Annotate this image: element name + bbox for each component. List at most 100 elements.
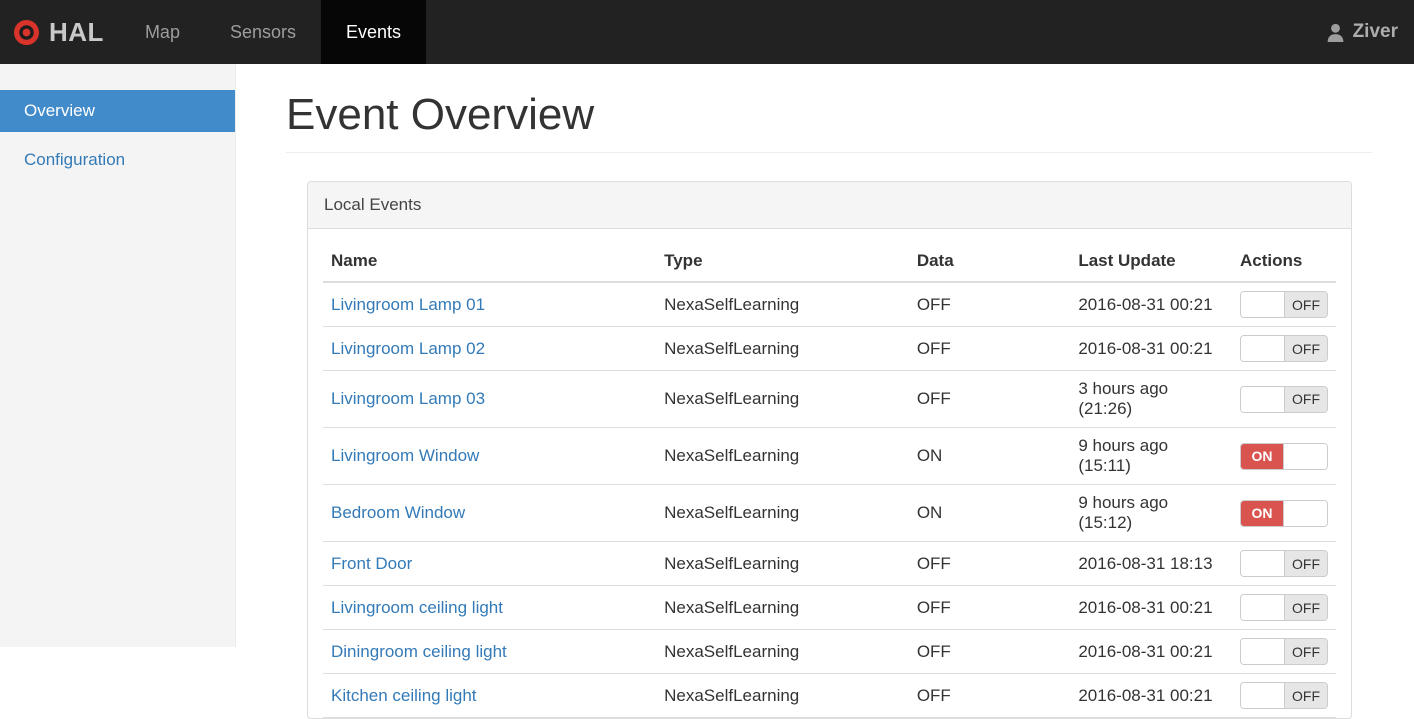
toggle-switch[interactable]: OFF	[1240, 594, 1328, 621]
event-type-cell: NexaSelfLearning	[656, 326, 909, 371]
toggle-right-segment	[1284, 500, 1327, 526]
event-data-cell: OFF	[908, 282, 1071, 327]
event-data-cell: ON	[908, 427, 1071, 485]
sidebar: Overview Configuration	[0, 64, 236, 647]
toggle-left-segment: ON	[1241, 500, 1284, 526]
table-row: Diningroom ceiling light NexaSelfLearnin…	[323, 629, 1336, 674]
table-row: Livingroom Lamp 02 NexaSelfLearning OFF …	[323, 326, 1336, 371]
event-actions-cell: OFF	[1231, 585, 1336, 630]
event-name-cell: Livingroom Lamp 03	[323, 370, 657, 428]
event-type-cell: NexaSelfLearning	[656, 585, 909, 630]
sidebar-item-overview[interactable]: Overview	[0, 90, 235, 132]
toggle-right-segment: OFF	[1284, 292, 1327, 317]
table-row: Kitchen ceiling light NexaSelfLearning O…	[323, 673, 1336, 718]
brand-label: HAL	[49, 16, 104, 47]
event-name-link[interactable]: Diningroom ceiling light	[331, 642, 507, 661]
toggle-right-segment: OFF	[1284, 683, 1327, 708]
table-row: Livingroom Window NexaSelfLearning ON 9 …	[323, 427, 1336, 485]
event-actions-cell: ON	[1231, 484, 1336, 542]
event-actions-cell: ON	[1231, 427, 1336, 485]
nav-item-sensors[interactable]: Sensors	[205, 0, 321, 64]
nav-item-events[interactable]: Events	[321, 0, 427, 64]
event-last-update-cell: 2016-08-31 00:21	[1070, 673, 1232, 718]
column-header-type: Type	[656, 239, 909, 283]
event-name-cell: Kitchen ceiling light	[323, 673, 657, 718]
toggle-switch[interactable]: OFF	[1240, 385, 1328, 413]
events-table: Name Type Data Last Update Actions Livin…	[323, 239, 1336, 718]
event-type-cell: NexaSelfLearning	[656, 541, 909, 586]
event-name-link[interactable]: Bedroom Window	[331, 503, 465, 522]
event-last-update-cell: 2016-08-31 00:21	[1070, 326, 1232, 371]
toggle-switch[interactable]: ON	[1240, 499, 1328, 527]
event-name-link[interactable]: Livingroom Window	[331, 446, 479, 465]
event-type-cell: NexaSelfLearning	[656, 427, 909, 485]
toggle-right-segment	[1284, 443, 1327, 469]
event-type-cell: NexaSelfLearning	[656, 673, 909, 718]
event-name-link[interactable]: Front Door	[331, 554, 412, 573]
column-header-actions: Actions	[1231, 239, 1336, 283]
event-actions-cell: OFF	[1231, 326, 1336, 371]
event-actions-cell: OFF	[1231, 629, 1336, 674]
table-row: Livingroom Lamp 03 NexaSelfLearning OFF …	[323, 370, 1336, 428]
event-last-update-cell: 2016-08-31 00:21	[1070, 282, 1232, 327]
event-name-link[interactable]: Livingroom Lamp 01	[331, 295, 485, 314]
toggle-right-segment: OFF	[1284, 595, 1327, 620]
event-name-cell: Livingroom Lamp 01	[323, 282, 657, 327]
event-name-link[interactable]: Livingroom Lamp 02	[331, 339, 485, 358]
toggle-switch[interactable]: OFF	[1240, 682, 1328, 709]
table-row: Livingroom ceiling light NexaSelfLearnin…	[323, 585, 1336, 630]
toggle-left-segment	[1241, 683, 1284, 708]
event-name-link[interactable]: Livingroom Lamp 03	[331, 389, 485, 408]
event-type-cell: NexaSelfLearning	[656, 282, 909, 327]
toggle-left-segment	[1241, 595, 1284, 620]
event-data-cell: OFF	[908, 370, 1071, 428]
toggle-switch[interactable]: OFF	[1240, 335, 1328, 362]
event-type-cell: NexaSelfLearning	[656, 484, 909, 542]
brand[interactable]: HAL	[0, 0, 120, 64]
event-last-update-cell: 9 hours ago (15:12)	[1070, 484, 1232, 542]
toggle-right-segment: OFF	[1284, 551, 1327, 576]
toggle-switch[interactable]: OFF	[1240, 291, 1328, 318]
event-type-cell: NexaSelfLearning	[656, 370, 909, 428]
table-row: Front Door NexaSelfLearning OFF 2016-08-…	[323, 541, 1336, 586]
toggle-right-segment: OFF	[1284, 639, 1327, 664]
event-data-cell: OFF	[908, 585, 1071, 630]
main-content: Event Overview Local Events Name Type Da…	[236, 64, 1414, 719]
table-row: Bedroom Window NexaSelfLearning ON 9 hou…	[323, 484, 1336, 542]
event-data-cell: OFF	[908, 541, 1071, 586]
toggle-right-segment: OFF	[1284, 336, 1327, 361]
top-navbar: HAL Map Sensors Events Ziver	[0, 0, 1414, 64]
hal-bullseye-icon	[13, 19, 40, 45]
event-actions-cell: OFF	[1231, 541, 1336, 586]
event-last-update-cell: 2016-08-31 18:13	[1070, 541, 1232, 586]
event-last-update-cell: 2016-08-31 00:21	[1070, 629, 1232, 674]
column-header-data: Data	[908, 239, 1071, 283]
panel-title: Local Events	[308, 182, 1351, 229]
event-name-cell: Livingroom Lamp 02	[323, 326, 657, 371]
toggle-switch[interactable]: OFF	[1240, 550, 1328, 577]
column-header-name: Name	[323, 239, 657, 283]
toggle-left-segment	[1241, 386, 1284, 412]
event-last-update-cell: 3 hours ago (21:26)	[1070, 370, 1232, 428]
toggle-left-segment	[1241, 292, 1284, 317]
column-header-last-update: Last Update	[1070, 239, 1232, 283]
toggle-switch[interactable]: OFF	[1240, 638, 1328, 665]
event-name-cell: Front Door	[323, 541, 657, 586]
toggle-switch[interactable]: ON	[1240, 442, 1328, 470]
event-name-cell: Diningroom ceiling light	[323, 629, 657, 674]
local-events-panel: Local Events Name Type Data Last Update …	[307, 181, 1352, 719]
nav-item-map[interactable]: Map	[120, 0, 205, 64]
toggle-left-segment: ON	[1241, 443, 1284, 469]
event-actions-cell: OFF	[1231, 673, 1336, 718]
sidebar-item-configuration[interactable]: Configuration	[0, 139, 235, 181]
event-name-cell: Livingroom ceiling light	[323, 585, 657, 630]
event-data-cell: ON	[908, 484, 1071, 542]
toggle-left-segment	[1241, 336, 1284, 361]
table-header-row: Name Type Data Last Update Actions	[323, 239, 1336, 283]
event-name-link[interactable]: Kitchen ceiling light	[331, 686, 477, 705]
event-name-link[interactable]: Livingroom ceiling light	[331, 598, 503, 617]
event-data-cell: OFF	[908, 326, 1071, 371]
event-name-cell: Livingroom Window	[323, 427, 657, 485]
event-actions-cell: OFF	[1231, 282, 1336, 327]
user-menu[interactable]: Ziver	[1325, 0, 1414, 64]
